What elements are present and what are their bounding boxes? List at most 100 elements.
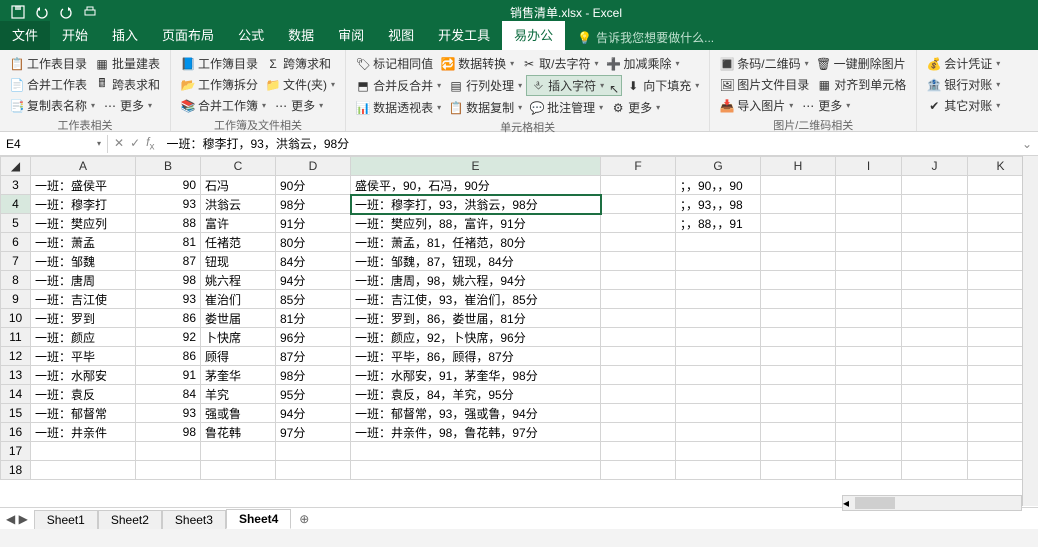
btn-merge-unmerge[interactable]: ⬒合并反合并▾: [352, 75, 445, 96]
cell[interactable]: 87: [136, 252, 201, 271]
row-header[interactable]: 8: [1, 271, 31, 290]
cell[interactable]: 一班：吉江使: [31, 290, 136, 309]
cell[interactable]: 98: [136, 271, 201, 290]
btn-take-remove-char[interactable]: ✂取/去字符▾: [518, 54, 602, 73]
cell[interactable]: [761, 423, 836, 442]
cell[interactable]: 一班：穆李打，93，洪翁云，98分: [351, 195, 601, 214]
cell[interactable]: 84分: [276, 252, 351, 271]
btn-arithmetic[interactable]: ➕加减乘除▾: [602, 54, 683, 73]
row-header[interactable]: 17: [1, 442, 31, 461]
cell[interactable]: 崔治们: [201, 290, 276, 309]
cell[interactable]: [601, 442, 676, 461]
tab-home[interactable]: 开始: [50, 21, 100, 50]
btn-cross-sum[interactable]: 🖩跨表求和: [91, 75, 164, 94]
row-header[interactable]: 10: [1, 309, 31, 328]
cell[interactable]: [676, 233, 761, 252]
cell[interactable]: [761, 309, 836, 328]
btn-wb-split[interactable]: 📂工作簿拆分: [177, 75, 262, 94]
cell[interactable]: [601, 423, 676, 442]
cell[interactable]: 96分: [276, 328, 351, 347]
accept-icon[interactable]: ✓: [130, 136, 140, 150]
cell[interactable]: 一班：郁督常，93，强或鲁，94分: [351, 404, 601, 423]
cell[interactable]: 一班：水邴安: [31, 366, 136, 385]
btn-pivot[interactable]: 📊数据透视表▾: [352, 98, 445, 117]
btn-g2-more[interactable]: ⋯更多▾: [270, 96, 327, 115]
cell[interactable]: [902, 252, 968, 271]
btn-sheet-toc[interactable]: 📋工作表目录: [6, 54, 91, 73]
cell[interactable]: [601, 176, 676, 195]
col-header-H[interactable]: H: [761, 157, 836, 176]
tab-formula[interactable]: 公式: [226, 21, 276, 50]
tab-layout[interactable]: 页面布局: [150, 21, 226, 50]
sheet-tab-3[interactable]: Sheet3: [162, 510, 226, 529]
tab-dev[interactable]: 开发工具: [426, 21, 502, 50]
cell[interactable]: [601, 461, 676, 480]
btn-copy-sheetnames[interactable]: 📑复制表名称▾: [6, 96, 99, 115]
btn-barcode-qr[interactable]: 🔳条码/二维码▾: [716, 54, 812, 73]
tab-data[interactable]: 数据: [276, 21, 326, 50]
btn-data-convert[interactable]: 🔁数据转换▾: [437, 54, 518, 73]
tab-review[interactable]: 审阅: [326, 21, 376, 50]
btn-bank-recon[interactable]: 🏦银行对账▾: [923, 75, 1004, 94]
cell[interactable]: 富许: [201, 214, 276, 233]
cell[interactable]: 一班：井亲件，98，鲁花韩，97分: [351, 423, 601, 442]
cell[interactable]: [676, 309, 761, 328]
cell[interactable]: [836, 233, 902, 252]
cell[interactable]: 一班：穆李打: [31, 195, 136, 214]
cell[interactable]: [902, 461, 968, 480]
cell[interactable]: 一班：罗到，86，娄世届，81分: [351, 309, 601, 328]
row-header[interactable]: 3: [1, 176, 31, 195]
cell[interactable]: [351, 442, 601, 461]
cell[interactable]: ；，88，，91: [676, 214, 761, 233]
cell[interactable]: [836, 461, 902, 480]
row-header[interactable]: 6: [1, 233, 31, 252]
cell[interactable]: [761, 442, 836, 461]
cell[interactable]: [836, 347, 902, 366]
cell[interactable]: [836, 385, 902, 404]
cell[interactable]: [761, 271, 836, 290]
cell[interactable]: 顾得: [201, 347, 276, 366]
btn-batch-create[interactable]: ▦批量建表: [91, 54, 164, 73]
name-box[interactable]: E4▾: [0, 135, 108, 153]
cell[interactable]: [836, 176, 902, 195]
btn-rowcol[interactable]: ▤行列处理▾: [445, 75, 526, 96]
cell[interactable]: [836, 252, 902, 271]
row-header[interactable]: 18: [1, 461, 31, 480]
cell[interactable]: [836, 195, 902, 214]
cell[interactable]: 86: [136, 309, 201, 328]
horizontal-scrollbar[interactable]: ◂: [842, 495, 1022, 511]
cell[interactable]: [836, 214, 902, 233]
cell[interactable]: 一班：萧孟，81，任褚范，80分: [351, 233, 601, 252]
tab-view[interactable]: 视图: [376, 21, 426, 50]
cell[interactable]: 卜快席: [201, 328, 276, 347]
cell[interactable]: [601, 404, 676, 423]
btn-g1-more[interactable]: ⋯更多▾: [99, 96, 156, 115]
sheet-tab-2[interactable]: Sheet2: [98, 510, 162, 529]
cell[interactable]: [761, 366, 836, 385]
formula-bar[interactable]: 一班：穆李打，93，洪翁云，98分: [160, 133, 1015, 154]
cell[interactable]: [902, 233, 968, 252]
cell[interactable]: [761, 233, 836, 252]
btn-g3-more[interactable]: ⚙更多▾: [607, 98, 664, 117]
cell[interactable]: 81: [136, 233, 201, 252]
cell[interactable]: [601, 233, 676, 252]
cell[interactable]: ；，93，，98: [676, 195, 761, 214]
cell[interactable]: 98分: [276, 366, 351, 385]
cell[interactable]: 87分: [276, 347, 351, 366]
cell[interactable]: 鲁花韩: [201, 423, 276, 442]
cell[interactable]: 一班：吉江使，93，崔治们，85分: [351, 290, 601, 309]
cell[interactable]: 羊究: [201, 385, 276, 404]
cell[interactable]: 一班：邹魏，87，钮现，84分: [351, 252, 601, 271]
cell[interactable]: 一班：盛侯平: [31, 176, 136, 195]
cell[interactable]: 85分: [276, 290, 351, 309]
undo-icon[interactable]: [34, 4, 50, 20]
sheet-tab-1[interactable]: Sheet1: [34, 510, 98, 529]
cell[interactable]: 一班：郁督常: [31, 404, 136, 423]
tell-me[interactable]: 💡告诉我您想要做什么...: [565, 25, 726, 50]
btn-insert-char[interactable]: ⎀插入字符▾↖: [526, 75, 622, 96]
cell[interactable]: [902, 290, 968, 309]
cell[interactable]: 80分: [276, 233, 351, 252]
cell[interactable]: 一班：樊应列，88，富许，91分: [351, 214, 601, 233]
col-header-I[interactable]: I: [836, 157, 902, 176]
cell[interactable]: 一班：平毕: [31, 347, 136, 366]
